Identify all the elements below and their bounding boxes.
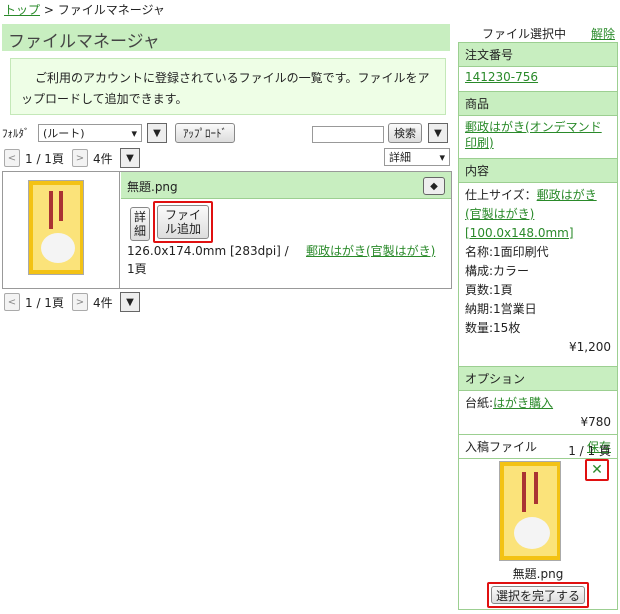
option-body: 台紙:はがき購入 ¥780	[459, 391, 617, 434]
next-page-button[interactable]: >	[72, 149, 88, 167]
triangle-down-icon: ▼	[126, 152, 134, 164]
file-info: 126.0x174.0mm [283dpi] / 1頁	[127, 244, 289, 276]
mount-link[interactable]: はがき購入	[493, 396, 553, 410]
breadcrumb: トップ > ファイルマネージャ	[4, 1, 165, 18]
upload-pages: 1 / 1 頁	[568, 444, 611, 458]
selection-status: ファイル選択中	[482, 27, 567, 41]
file-row: 無題.png ◆ 詳細 ファイル追加 126.0x174.0mm [283dpi…	[2, 171, 452, 289]
postcard-thumbnail[interactable]	[28, 180, 84, 275]
folder-select-value: (ルート)	[43, 127, 85, 140]
breadcrumb-current: ファイルマネージャ	[57, 3, 165, 17]
pager-text: 1 / 1頁	[25, 152, 64, 166]
view-mode-value: 詳細	[389, 151, 411, 164]
prev-page-button-bottom[interactable]: <	[4, 293, 20, 311]
pager-menu-button-bottom[interactable]: ▼	[120, 292, 140, 312]
file-name: 無題.png	[127, 180, 178, 194]
folder-label: ﾌｫﾙﾀﾞ	[2, 127, 30, 140]
triangle-down-icon: ▼	[434, 127, 442, 139]
content-body: 仕上サイズ：郵政はがき(官製はがき) [100.0x148.0mm] 名称:1面…	[459, 183, 617, 366]
folder-menu-button[interactable]: ▼	[147, 123, 167, 143]
chevron-right-icon: >	[75, 296, 85, 308]
upload-file-label: 入稿ファイル	[465, 440, 538, 454]
file-name-header: 無題.png	[121, 172, 451, 199]
option-price: ¥780	[580, 415, 611, 429]
chevron-left-icon: <	[7, 152, 17, 164]
file-count: 4件	[93, 152, 113, 166]
breadcrumb-separator: >	[43, 3, 54, 17]
uploaded-file-name: 無題.png	[512, 567, 564, 581]
upload-button[interactable]: ｱｯﾌﾟﾛｰﾄﾞ	[175, 123, 235, 143]
file-product-link[interactable]: 郵政はがき(官製はがき)	[306, 242, 435, 259]
order-number-label: 注文番号	[459, 43, 617, 67]
mount-label: 台紙:	[465, 396, 494, 410]
triangle-down-icon: ▼	[126, 296, 134, 308]
prev-page-button[interactable]: <	[4, 149, 20, 167]
chevron-down-icon: ▾	[439, 150, 445, 164]
remove-file-button[interactable]: ✕	[585, 459, 609, 481]
uploaded-thumbnail[interactable]	[499, 461, 561, 561]
page-title: ファイルマネージャ	[2, 24, 450, 52]
breadcrumb-top-link[interactable]: トップ	[4, 3, 40, 17]
product-label: 商品	[459, 91, 617, 116]
order-panel: 注文番号 141230-756 商品 郵政はがき(オンデマンド印刷) 内容 仕上…	[458, 42, 618, 610]
chevron-right-icon: >	[75, 152, 85, 164]
close-icon: ✕	[591, 462, 603, 478]
notice-box: ご利用のアカウントに登録されているファイルの一覧です。ファイルをアップロードして…	[10, 58, 446, 115]
folder-select[interactable]: (ルート) ▾	[38, 124, 142, 142]
file-menu-button[interactable]: ◆	[423, 177, 445, 195]
file-count-bottom: 4件	[93, 296, 113, 310]
product-link[interactable]: 郵政はがき(オンデマンド印刷)	[465, 120, 602, 150]
pager-menu-button[interactable]: ▼	[120, 148, 140, 168]
finish-size-label: 仕上サイズ：	[465, 188, 537, 202]
pager-text-bottom: 1 / 1頁	[25, 296, 64, 310]
chevron-left-icon: <	[7, 296, 17, 308]
content-label: 内容	[459, 158, 617, 183]
content-price: ¥1,200	[569, 340, 611, 354]
search-menu-button[interactable]: ▼	[428, 123, 448, 143]
notice-text: ご利用のアカウントに登録されているファイルの一覧です。ファイルをアップロードして…	[21, 71, 430, 106]
view-mode-select[interactable]: 詳細 ▾	[384, 148, 450, 166]
name-line: 名称:1面印刷代	[465, 245, 549, 259]
complete-selection-button[interactable]: 選択を完了する	[491, 586, 585, 604]
option-label: オプション	[459, 366, 617, 391]
triangle-down-icon: ▼	[153, 127, 161, 139]
cancel-selection-link[interactable]: 解除	[591, 25, 615, 42]
search-input[interactable]	[312, 126, 384, 143]
delivery-line: 納期:1営業日	[465, 302, 537, 316]
quantity-line: 数量:15枚	[465, 321, 521, 335]
next-page-button-bottom[interactable]: >	[72, 293, 88, 311]
file-thumbnail-cell[interactable]	[3, 172, 120, 288]
diamond-icon: ◆	[430, 180, 438, 192]
order-number-link[interactable]: 141230-756	[465, 70, 538, 84]
chevron-down-icon: ▾	[131, 126, 137, 140]
detail-button[interactable]: 詳細	[130, 207, 150, 241]
search-button[interactable]: 検索	[388, 123, 422, 143]
add-file-button[interactable]: ファイル追加	[157, 205, 209, 239]
color-line: 構成:カラー	[465, 264, 530, 278]
finish-size-dimensions[interactable]: [100.0x148.0mm]	[465, 226, 574, 240]
pages-line: 頁数:1頁	[465, 283, 513, 297]
